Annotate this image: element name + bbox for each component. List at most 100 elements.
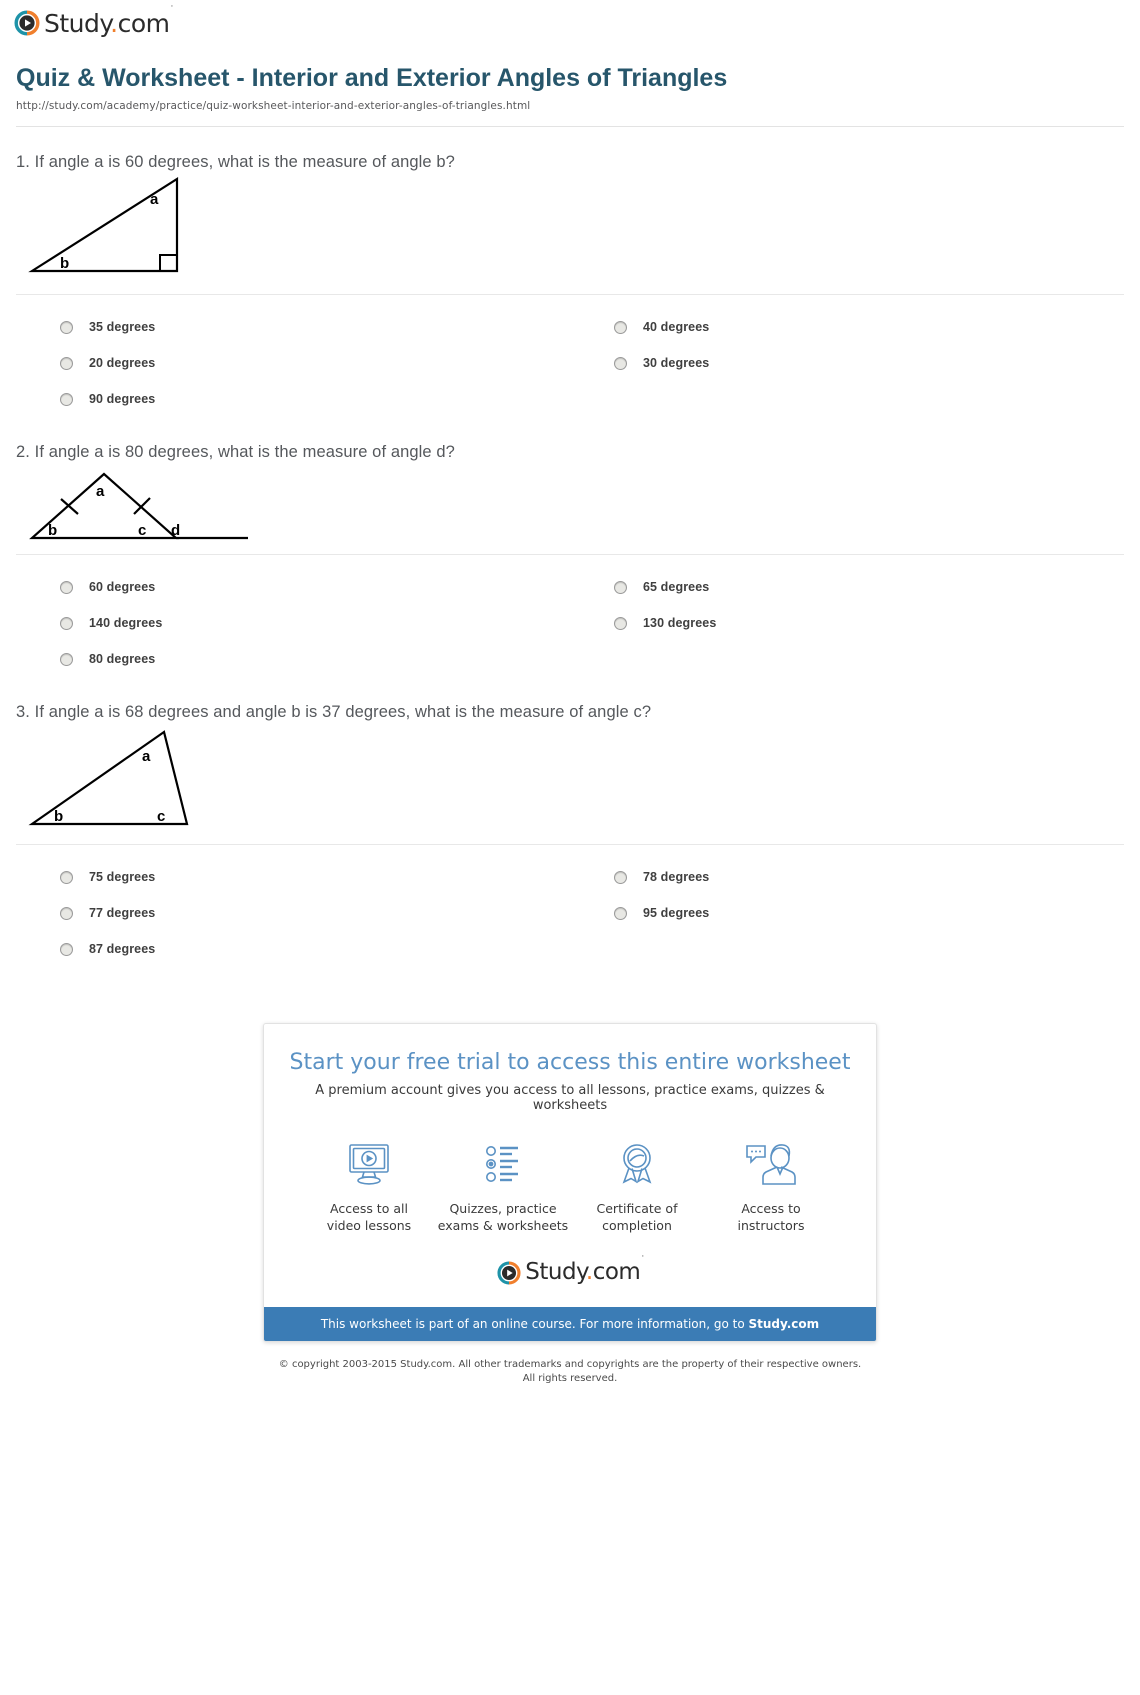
radio-button-icon[interactable] [60, 580, 73, 594]
feature-label-line2: exams & worksheets [437, 1217, 569, 1233]
answer-label: 78 degrees [643, 870, 710, 884]
logo-tm: · [170, 1, 173, 12]
header-divider [16, 126, 1124, 127]
label-a: a [142, 748, 151, 765]
label-b: b [48, 522, 57, 539]
feature-label-line1: Certificate of [596, 1201, 678, 1216]
page-title: Quiz & Worksheet - Interior and Exterior… [16, 64, 728, 92]
feature-label: Quizzes, practice exams & worksheets [436, 1201, 570, 1235]
promo-course-bar: This worksheet is part of an online cour… [264, 1306, 876, 1341]
feature-quizzes-worksheets: Quizzes, practice exams & worksheets [436, 1139, 570, 1235]
video-monitor-icon [302, 1139, 436, 1191]
feature-label-line1: Access to all [330, 1201, 408, 1216]
radio-button-icon[interactable] [60, 320, 73, 334]
feature-label: Access to instructors [704, 1201, 838, 1235]
instructor-chat-icon [704, 1139, 838, 1191]
label-a: a [96, 483, 105, 500]
radio-button-icon[interactable] [614, 616, 627, 630]
label-b: b [60, 255, 69, 272]
answer-label: 95 degrees [643, 906, 710, 920]
logo-word-com: com [592, 1259, 641, 1286]
logo-dot: . [110, 8, 118, 38]
answer-label: 20 degrees [89, 356, 156, 370]
logo-tm: · [641, 1252, 644, 1263]
right-triangle-diagram: a b [28, 176, 179, 273]
answer-option[interactable]: 60 degrees [16, 569, 570, 605]
radio-button-icon[interactable] [60, 616, 73, 630]
promo-feature-list: Access to all video lessons Quizzes, pra… [284, 1139, 856, 1235]
question-3: 3. If angle a is 68 degrees and angle b … [16, 703, 1124, 967]
question-2: 2. If angle a is 80 degrees, what is the… [16, 443, 1124, 677]
answer-option[interactable]: 65 degrees [570, 569, 1124, 605]
answer-label: 140 degrees [89, 616, 163, 630]
promo-logo-wordmark: Study.com· [525, 1253, 644, 1286]
answer-option[interactable]: 40 degrees [570, 309, 1124, 345]
promo-card-wrapper: Start your free trial to access this ent… [16, 1023, 1124, 1342]
radio-button-icon[interactable] [614, 870, 627, 884]
radio-button-icon[interactable] [614, 356, 627, 370]
question-1-text: 1. If angle a is 60 degrees, what is the… [16, 153, 455, 171]
promo-bar-link[interactable]: Study.com [748, 1317, 819, 1331]
answer-label: 30 degrees [643, 356, 710, 370]
play-circle-icon [497, 1261, 521, 1285]
feature-label-line2: completion [602, 1217, 672, 1233]
answer-option[interactable]: 35 degrees [16, 309, 570, 345]
feature-label-line1: Quizzes, practice [449, 1201, 557, 1216]
feature-label: Access to all video lessons [302, 1201, 436, 1235]
isosceles-triangle-diagram: a b c d [29, 472, 248, 540]
radio-button-icon[interactable] [60, 356, 73, 370]
answer-option[interactable]: 87 degrees [16, 931, 570, 967]
copyright-footer: © copyright 2003-2015 Study.com. All oth… [16, 1358, 1124, 1387]
answer-option[interactable]: 75 degrees [16, 859, 570, 895]
question-1: 1. If angle a is 60 degrees, what is the… [16, 153, 1124, 417]
answer-option[interactable]: 20 degrees [16, 345, 570, 381]
label-a: a [150, 191, 159, 208]
radio-button-icon[interactable] [60, 652, 73, 666]
label-c: c [138, 522, 146, 539]
answer-label: 75 degrees [89, 870, 156, 884]
answer-option[interactable]: 95 degrees [570, 895, 1124, 931]
question-2-figure: a b c d [16, 466, 1124, 546]
logo-wordmark: Study.com· [44, 2, 173, 38]
radio-button-icon[interactable] [60, 392, 73, 406]
answer-label: 35 degrees [89, 320, 156, 334]
answer-option[interactable]: 77 degrees [16, 895, 570, 931]
radio-button-icon[interactable] [614, 580, 627, 594]
answer-option[interactable]: 140 degrees [16, 605, 570, 641]
question-2-text: 2. If angle a is 80 degrees, what is the… [16, 443, 455, 461]
radio-button-icon[interactable] [614, 320, 627, 334]
study-com-logo[interactable]: Study.com· [14, 2, 173, 38]
question-1-figure: a b [16, 176, 1124, 286]
answer-label: 87 degrees [89, 942, 156, 956]
question-3-figure: a b c [16, 726, 1124, 836]
answer-label: 60 degrees [89, 580, 156, 594]
radio-button-icon[interactable] [60, 906, 73, 920]
answer-option[interactable]: 130 degrees [570, 605, 1124, 641]
answer-option[interactable]: 30 degrees [570, 345, 1124, 381]
radio-button-icon[interactable] [614, 906, 627, 920]
question-3-answers: 75 degrees 78 degrees 77 degrees 95 degr… [16, 844, 1124, 967]
answer-option[interactable]: 78 degrees [570, 859, 1124, 895]
award-ribbon-icon [570, 1139, 704, 1191]
feature-certificate: Certificate of completion [570, 1139, 704, 1235]
promo-bar-text: This worksheet is part of an online cour… [320, 1316, 749, 1331]
promo-study-com-logo[interactable]: Study.com· [284, 1253, 856, 1286]
answer-option[interactable]: 90 degrees [16, 381, 570, 417]
answer-label: 77 degrees [89, 906, 156, 920]
question-3-text: 3. If angle a is 68 degrees and angle b … [16, 703, 652, 721]
promo-body: Start your free trial to access this ent… [264, 1024, 876, 1307]
radio-button-icon[interactable] [60, 942, 73, 956]
feature-video-lessons: Access to all video lessons [302, 1139, 436, 1235]
feature-label-line2: instructors [737, 1217, 805, 1233]
copyright-line-1: © copyright 2003-2015 Study.com. All oth… [278, 1358, 862, 1370]
answer-label: 40 degrees [643, 320, 710, 334]
label-b: b [54, 808, 63, 825]
feature-instructors: Access to instructors [704, 1139, 838, 1235]
radio-button-icon[interactable] [60, 870, 73, 884]
free-trial-promo-card: Start your free trial to access this ent… [263, 1023, 877, 1342]
answer-option[interactable]: 80 degrees [16, 641, 570, 677]
answer-label: 65 degrees [643, 580, 710, 594]
worksheet-sheet: Quiz & Worksheet - Interior and Exterior… [16, 62, 1124, 1387]
answer-label: 80 degrees [89, 652, 156, 666]
label-d: d [171, 522, 180, 539]
